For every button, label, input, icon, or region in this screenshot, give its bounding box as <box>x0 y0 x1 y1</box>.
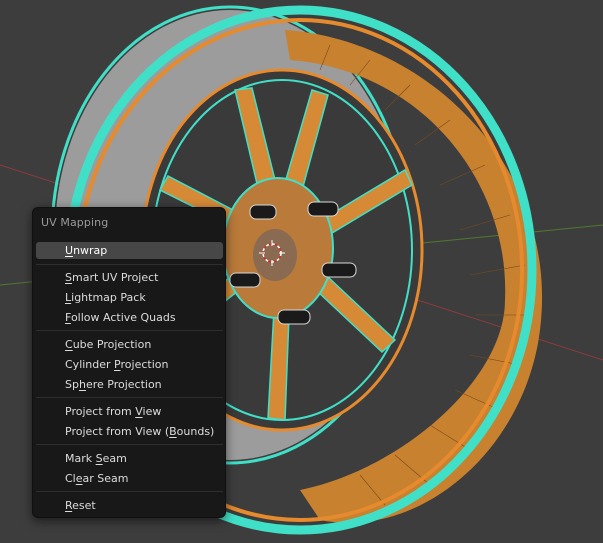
menu-item-follow-active-quads[interactable]: Follow Active Quads <box>36 309 223 326</box>
menu-separator <box>36 264 223 265</box>
menu-separator <box>36 397 223 398</box>
menu-item-clear-seam[interactable]: Clear Seam <box>36 470 223 487</box>
menu-title: UV Mapping <box>41 216 109 229</box>
menu-separator <box>36 444 223 445</box>
menu-item-mark-seam[interactable]: Mark Seam <box>36 450 223 467</box>
menu-item-project-from-view[interactable]: Project from View <box>36 403 223 420</box>
menu-item-cylinder-projection[interactable]: Cylinder Projection <box>36 356 223 373</box>
menu-item-lightmap-pack[interactable]: Lightmap Pack <box>36 289 223 306</box>
menu-item-cube-projection[interactable]: Cube Projection <box>36 336 223 353</box>
uv-mapping-menu: UV Mapping Unwrap Smart UV Project Light… <box>32 207 226 518</box>
menu-item-unwrap[interactable]: Unwrap <box>36 242 223 259</box>
menu-item-reset[interactable]: Reset <box>36 497 223 514</box>
menu-item-sphere-projection[interactable]: Sphere Projection <box>36 376 223 393</box>
hub-center <box>253 229 297 281</box>
menu-separator <box>36 491 223 492</box>
menu-item-project-from-view-bounds[interactable]: Project from View (Bounds) <box>36 423 223 440</box>
menu-separator <box>36 330 223 331</box>
menu-item-smart-uv-project[interactable]: Smart UV Project <box>36 269 223 286</box>
